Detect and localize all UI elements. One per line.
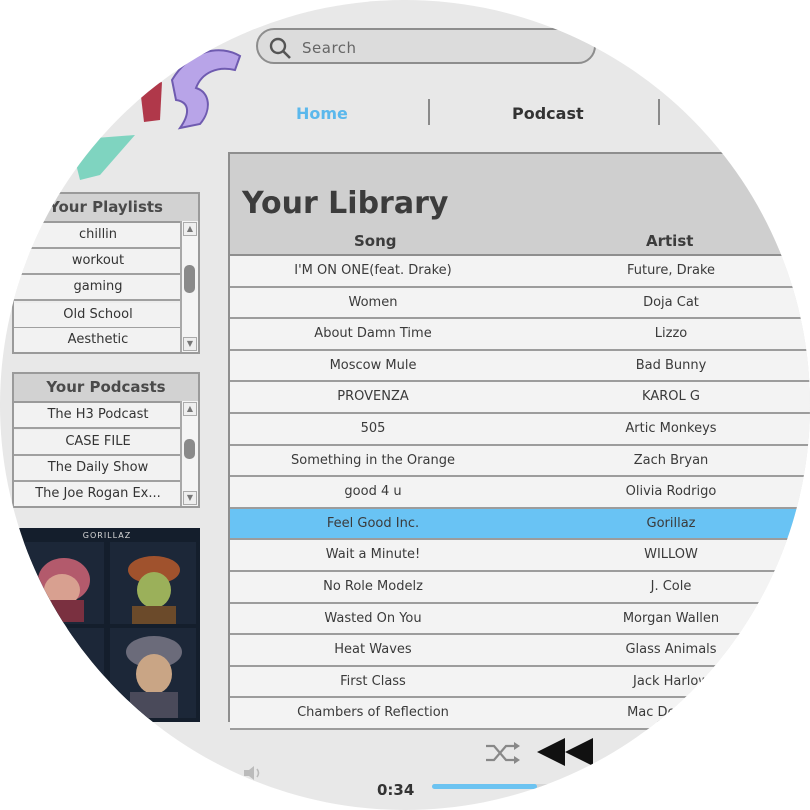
table-row[interactable]: PROVENZA KAROL G <box>230 382 810 414</box>
artist-cell: Doja Cat <box>643 294 699 310</box>
song-cell: Wait a Minute! <box>325 547 421 563</box>
table-row[interactable]: Moscow Mule Bad Bunny <box>230 350 810 383</box>
library-panel: Your Library Song Artist I'M ON ONE(feat… <box>228 152 810 730</box>
podcast-item[interactable]: The Joe Rogan Ex... <box>14 482 182 506</box>
playlists-panel: Your Playlists chillin workout gaming Ol… <box>12 192 200 354</box>
progress-fill <box>432 784 537 789</box>
artist-cell: Bad Bunny <box>635 357 707 373</box>
playlist-item[interactable]: workout <box>14 249 182 275</box>
tab-home[interactable]: Home <box>296 104 348 123</box>
artist-cell: Lizzo <box>654 326 688 342</box>
table-row[interactable]: Women Doja Cat <box>230 287 810 320</box>
podcast-item[interactable]: The H3 Podcast <box>14 403 182 429</box>
album-art[interactable]: GORILLAZ <box>14 528 200 722</box>
song-cell: First Class <box>340 673 406 689</box>
playlist-item[interactable]: chillin <box>14 223 182 249</box>
table-row[interactable]: Wasted On You Morgan Wallen <box>230 603 810 636</box>
song-cell: About Damn Time <box>314 326 432 342</box>
artist-cell: KAROL G <box>642 389 700 405</box>
volume-icon <box>244 766 260 780</box>
search-input[interactable]: Search <box>256 28 596 64</box>
table-row[interactable]: I'M ON ONE(feat. Drake) Future, Drake <box>230 256 810 288</box>
song-cell: Something in the Orange <box>291 452 455 468</box>
album-artwork-image <box>18 542 196 718</box>
table-row[interactable]: Wait a Minute! WILLOW <box>230 540 810 572</box>
search-icon <box>268 36 292 64</box>
shuffle-button[interactable] <box>484 738 520 772</box>
artist-cell: Morgan Wallen <box>622 610 720 626</box>
scroll-down-icon[interactable]: ▼ <box>183 337 197 351</box>
search-placeholder: Search <box>302 39 357 57</box>
podcasts-title: Your Podcasts <box>14 374 198 403</box>
app-window: Search Home Podcast Your Playlists chill… <box>0 0 810 810</box>
nav-divider <box>658 99 660 125</box>
table-row[interactable]: Heat Waves Glass Animals <box>230 635 810 667</box>
podcast-item[interactable]: CASE FILE <box>14 430 182 456</box>
artist-cell: Artic Monkeys <box>625 421 717 436</box>
scroll-up-icon[interactable]: ▲ <box>183 402 197 416</box>
scroll-down-icon[interactable]: ▼ <box>183 491 197 505</box>
column-header-artist[interactable]: Artist <box>646 232 693 250</box>
artist-cell: Gorillaz <box>646 515 696 531</box>
song-cell: No Role Modelz <box>323 579 423 594</box>
playlists-scrollbar[interactable]: ▲ ▼ <box>180 221 198 352</box>
playlist-item[interactable]: Old School <box>14 303 182 329</box>
volume-button[interactable] <box>242 764 264 786</box>
podcasts-scrollbar[interactable]: ▲ ▼ <box>180 401 198 506</box>
song-cell: Wasted On You <box>324 610 422 626</box>
song-cell: PROVENZA <box>337 389 409 405</box>
library-header: Your Library Song Artist <box>230 154 810 256</box>
table-row[interactable]: Something in the Orange Zach Bryan <box>230 445 810 478</box>
playlist-item[interactable]: Aesthetic <box>14 328 182 352</box>
artist-cell: Glass Animals <box>625 642 717 658</box>
shuffle-icon <box>486 742 520 764</box>
playback-time: 0:34 <box>377 781 415 799</box>
app-logo <box>40 40 250 190</box>
scroll-thumb[interactable] <box>184 439 195 459</box>
scroll-up-icon[interactable]: ▲ <box>183 222 197 236</box>
table-row[interactable]: good 4 u Olivia Rodrigo <box>230 477 810 509</box>
artist-cell: Future, Drake <box>626 263 716 278</box>
table-row-selected[interactable]: Feel Good Inc. Gorillaz <box>230 508 810 541</box>
table-row[interactable]: About Damn Time Lizzo <box>230 319 810 351</box>
artist-cell: Olivia Rodrigo <box>625 484 717 500</box>
artist-cell: Mac DeMarco <box>627 705 715 721</box>
podcasts-panel: Your Podcasts The H3 Podcast CASE FILE T… <box>12 372 200 508</box>
song-cell: Heat Waves <box>334 642 412 658</box>
song-cell: good 4 u <box>344 484 402 500</box>
artist-cell: Zach Bryan <box>633 452 709 468</box>
artist-cell: J. Cole <box>650 579 692 594</box>
song-cell: 505 <box>360 421 386 436</box>
table-row[interactable]: No Role Modelz J. Cole <box>230 572 810 604</box>
podcast-item[interactable]: The Daily Show <box>14 456 182 482</box>
song-cell: Moscow Mule <box>329 357 417 373</box>
rewind-icon <box>537 738 593 766</box>
playlists-title: Your Playlists <box>14 194 198 223</box>
artist-cell: WILLOW <box>644 547 698 563</box>
nav-divider <box>428 99 430 125</box>
column-header-song[interactable]: Song <box>354 232 397 250</box>
playlist-item[interactable]: gaming <box>14 275 182 301</box>
song-cell: Feel Good Inc. <box>326 515 420 531</box>
rewind-button[interactable] <box>537 738 595 770</box>
table-row[interactable]: 505 Artic Monkeys <box>230 414 810 446</box>
tab-podcast[interactable]: Podcast <box>512 104 584 123</box>
table-row[interactable]: First Class Jack Harlow <box>230 666 810 699</box>
table-row[interactable]: Chambers of Reflection Mac DeMarco <box>230 698 810 730</box>
song-cell: Chambers of Reflection <box>297 705 449 721</box>
artist-cell: Jack Harlow <box>633 673 709 689</box>
library-title: Your Library <box>242 186 449 221</box>
song-cell: Women <box>348 294 398 310</box>
scroll-thumb[interactable] <box>184 265 195 293</box>
song-cell: I'M ON ONE(feat. Drake) <box>294 263 452 278</box>
